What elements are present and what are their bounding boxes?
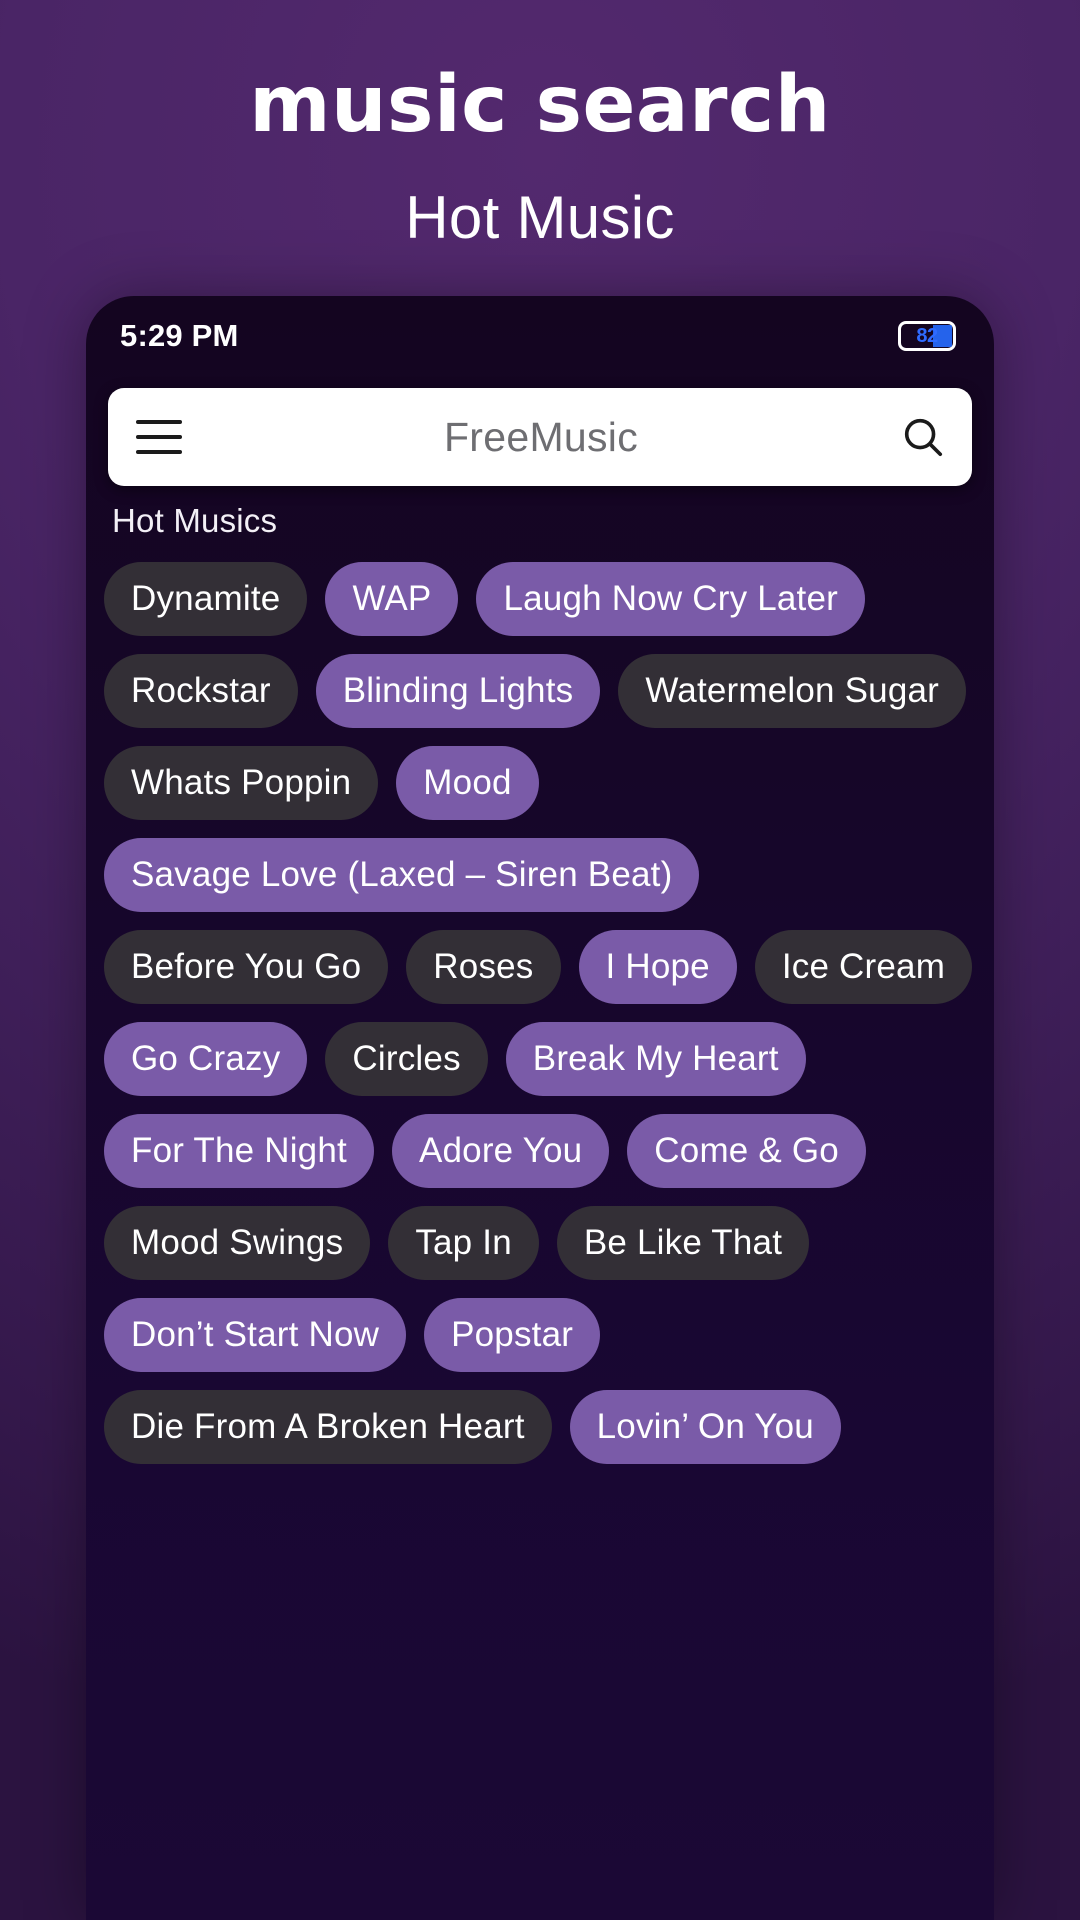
chip-item[interactable]: Mood bbox=[396, 746, 539, 820]
chip-item[interactable]: Popstar bbox=[424, 1298, 601, 1372]
page-subtitle: Hot Music bbox=[405, 184, 675, 251]
phone-mockup: 5:29 PM 82 FreeMusic Hot Musics Dynamite… bbox=[86, 296, 994, 1920]
app-title[interactable]: FreeMusic bbox=[182, 414, 900, 461]
chip-item[interactable]: Lovin’ On You bbox=[569, 1390, 841, 1464]
chip-item[interactable]: Laugh Now Cry Later bbox=[476, 562, 865, 636]
chip-item[interactable]: For The Night bbox=[104, 1114, 374, 1188]
chip-item[interactable]: Don’t Start Now bbox=[104, 1298, 407, 1372]
battery-icon: 82 bbox=[898, 321, 956, 351]
chip-item[interactable]: Blinding Lights bbox=[315, 654, 601, 728]
chip-item[interactable]: Watermelon Sugar bbox=[618, 654, 967, 728]
chip-item[interactable]: Roses bbox=[406, 930, 561, 1004]
search-bar-container: FreeMusic bbox=[86, 376, 994, 486]
status-time: 5:29 PM bbox=[120, 318, 239, 353]
chip-item[interactable]: Dynamite bbox=[104, 562, 308, 636]
chip-item[interactable]: Rockstar bbox=[104, 654, 298, 728]
hamburger-menu-icon[interactable] bbox=[136, 420, 182, 454]
promo-header: music search Hot Music bbox=[0, 0, 1080, 248]
chip-item[interactable]: Break My Heart bbox=[505, 1022, 806, 1096]
search-bar[interactable]: FreeMusic bbox=[108, 388, 972, 486]
chip-item[interactable]: Die From A Broken Heart bbox=[104, 1390, 552, 1464]
status-bar: 5:29 PM 82 bbox=[86, 296, 994, 376]
chip-item[interactable]: Before You Go bbox=[104, 930, 389, 1004]
chip-item[interactable]: Savage Love (Laxed – Siren Beat) bbox=[104, 838, 700, 912]
chip-item[interactable]: Go Crazy bbox=[104, 1022, 308, 1096]
chip-item[interactable]: Whats Poppin bbox=[104, 746, 379, 820]
search-icon[interactable] bbox=[900, 414, 946, 460]
chip-item[interactable]: Adore You bbox=[391, 1114, 610, 1188]
chip-item[interactable]: Tap In bbox=[388, 1206, 539, 1280]
chip-item[interactable]: Circles bbox=[325, 1022, 488, 1096]
chip-item[interactable]: WAP bbox=[325, 562, 459, 636]
hot-musics-chip-list: Dynamite WAP Laugh Now Cry Later Rockstar Bl… bbox=[86, 540, 994, 1464]
chip-item[interactable]: I Hope bbox=[578, 930, 737, 1004]
battery-percent-label: 82 bbox=[916, 324, 938, 347]
status-bar-right: 82 bbox=[898, 321, 956, 351]
chip-item[interactable]: Come & Go bbox=[627, 1114, 866, 1188]
chip-item[interactable]: Mood Swings bbox=[104, 1206, 371, 1280]
chip-item[interactable]: Ice Cream bbox=[754, 930, 973, 1004]
chip-item[interactable]: Be Like That bbox=[556, 1206, 810, 1280]
page-title: music search bbox=[249, 60, 831, 150]
section-label: Hot Musics bbox=[112, 502, 278, 539]
